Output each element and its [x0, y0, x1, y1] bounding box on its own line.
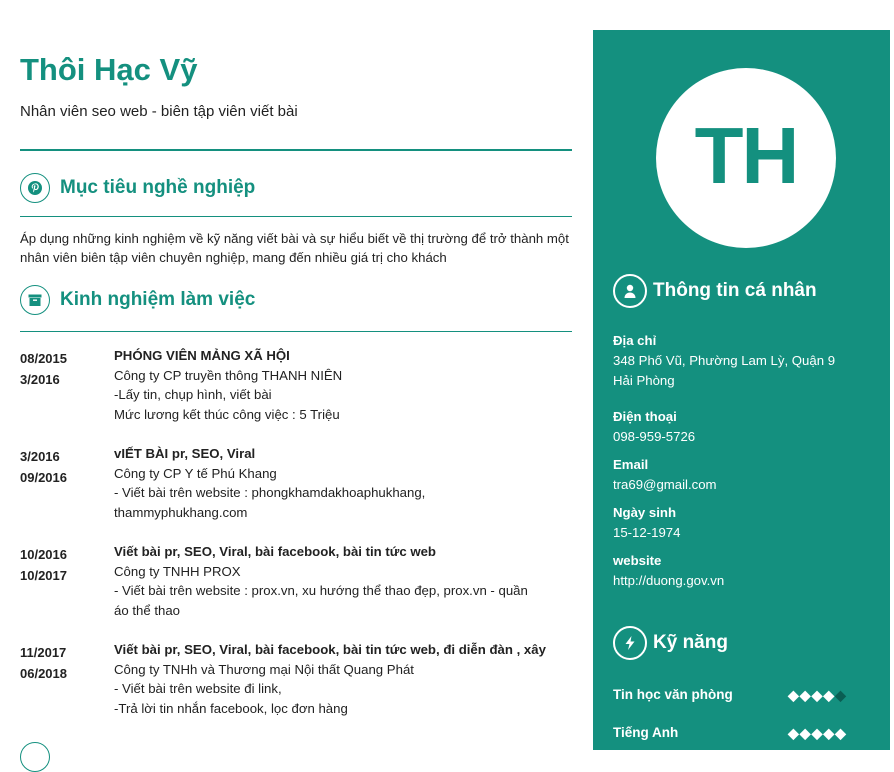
date-to: 3/2016 [20, 372, 60, 387]
skill-name: Tin học văn phòng [613, 687, 733, 702]
skill-dot-filled: ◆ [823, 687, 836, 703]
website-label: website [613, 553, 662, 568]
objective-heading: Mục tiêu nghề nghiệp [60, 177, 256, 198]
sidebar: TH Thông tin cá nhân Địa chỉ 348 Phố Vũ,… [593, 30, 890, 750]
address-label: Địa chỉ [613, 333, 657, 348]
address-line: 348 Phố Vũ, Phường Lam Lỳ, Quận 9 [613, 353, 836, 368]
experience-dates: 08/2015 3/2016 [20, 348, 100, 390]
experience-body: Viết bài pr, SEO, Viral, bài facebook, b… [114, 542, 574, 620]
personal-heading: Thông tin cá nhân [653, 280, 817, 301]
skill-dot-empty: ◆ [835, 687, 847, 703]
date-to: 09/2016 [20, 470, 67, 485]
skill-row: Tin học văn phòng ◆◆◆◆◆ [613, 687, 873, 707]
next-section-icon [20, 742, 50, 772]
experience-company: Công ty TNHH PROX [114, 563, 241, 579]
experience-company: Công ty CP truyền thông THANH NIÊN [114, 367, 343, 383]
experience-role: Viết bài pr, SEO, Viral, bài facebook, b… [114, 544, 436, 559]
experience-body: Viết bài pr, SEO, Viral, bài facebook, b… [114, 640, 574, 718]
objective-section-header: Mục tiêu nghề nghiệp [20, 173, 572, 207]
skill-dot-filled: ◆ [799, 725, 812, 741]
skills-section-header: Kỹ năng [613, 626, 873, 660]
dob-value: 15-12-1974 [613, 525, 681, 540]
skill-dot-filled: ◆ [788, 725, 800, 741]
experience-detail: áo thể thao [114, 602, 180, 618]
email-value: tra69@gmail.com [613, 477, 717, 492]
website-value: http://duong.gov.vn [613, 573, 725, 588]
experience-detail: - Viết bài trên website đi link, [114, 681, 282, 696]
experience-detail: -Trả lời tin nhắn facebook, lọc đơn hàng [114, 700, 348, 716]
experience-dates: 3/2016 09/2016 [20, 446, 100, 488]
date-from: 11/2017 [20, 645, 67, 660]
skill-dot-filled: ◆ [788, 687, 800, 703]
phone-value: 098-959-5726 [613, 429, 696, 444]
website-block: website http://duong.gov.vn [613, 551, 873, 591]
experience-detail: thammyphukhang.com [114, 504, 248, 520]
experience-divider [20, 331, 572, 332]
candidate-name: Thôi Hạc Vỹ [20, 52, 198, 87]
personal-section-header: Thông tin cá nhân [613, 274, 873, 308]
experience-role: vIẾT BÀI pr, SEO, Viral [114, 446, 256, 461]
skill-dot-filled: ◆ [811, 725, 824, 741]
experience-detail: - Viết bài trên website : phongkhamdakho… [114, 485, 426, 500]
date-to: 06/2018 [20, 666, 67, 681]
address-block: Địa chỉ 348 Phố Vũ, Phường Lam Lỳ, Quận … [613, 331, 873, 391]
avatar: TH [656, 68, 836, 248]
archive-box-icon [20, 285, 50, 315]
skill-dot-filled: ◆ [799, 687, 812, 703]
experience-detail: Mức lương kết thúc công việc : 5 Triệu [114, 406, 340, 422]
skill-dot-filled: ◆ [823, 725, 836, 741]
avatar-initials: TH [694, 111, 800, 200]
skill-dot-filled: ◆ [811, 687, 824, 703]
skill-name: Tiếng Anh [613, 725, 679, 740]
date-from: 10/2016 [20, 547, 67, 562]
date-from: 3/2016 [20, 449, 60, 464]
user-icon [613, 274, 647, 308]
experience-body: vIẾT BÀI pr, SEO, Viral Công ty CP Y tế … [114, 444, 574, 522]
experience-dates: 11/2017 06/2018 [20, 642, 100, 684]
skill-dot-filled: ◆ [835, 725, 847, 741]
dob-label: Ngày sinh [613, 505, 677, 520]
experience-company: Công ty TNHh và Thương mại Nội thất Quan… [114, 661, 414, 677]
skills-heading: Kỹ năng [653, 632, 728, 653]
objective-divider [20, 216, 572, 217]
date-to: 10/2017 [20, 568, 67, 583]
pinterest-icon [20, 173, 50, 203]
experience-role: PHÓNG VIÊN MẢNG XÃ HỘI [114, 348, 290, 363]
skill-row: Tiếng Anh ◆◆◆◆◆ [613, 725, 873, 745]
lightning-icon [613, 626, 647, 660]
experience-heading: Kinh nghiệm làm việc [60, 289, 256, 310]
objective-text: Áp dụng những kinh nghiệm về kỹ năng viế… [20, 231, 569, 265]
header-divider [20, 149, 572, 151]
skill-rating: ◆◆◆◆◆ [788, 687, 847, 704]
address-line: Hải Phòng [613, 373, 675, 388]
phone-label: Điện thoại [613, 409, 677, 424]
experience-section-header: Kinh nghiệm làm việc [20, 285, 572, 319]
date-from: 08/2015 [20, 351, 67, 366]
email-block: Email tra69@gmail.com [613, 455, 873, 495]
experience-company: Công ty CP Y tế Phú Khang [114, 465, 277, 481]
experience-role: Viết bài pr, SEO, Viral, bài facebook, b… [114, 642, 546, 657]
dob-block: Ngày sinh 15-12-1974 [613, 503, 873, 543]
experience-detail: -Lấy tin, chụp hình, viết bài [114, 387, 272, 402]
experience-dates: 10/2016 10/2017 [20, 544, 100, 586]
skill-rating: ◆◆◆◆◆ [788, 725, 847, 742]
email-label: Email [613, 457, 649, 472]
experience-body: PHÓNG VIÊN MẢNG XÃ HỘI Công ty CP truyền… [114, 346, 574, 424]
phone-block: Điện thoại 098-959-5726 [613, 407, 873, 447]
experience-detail: - Viết bài trên website : prox.vn, xu hư… [114, 583, 528, 598]
job-title: Nhân viên seo web - biên tập viên viết b… [20, 103, 298, 120]
